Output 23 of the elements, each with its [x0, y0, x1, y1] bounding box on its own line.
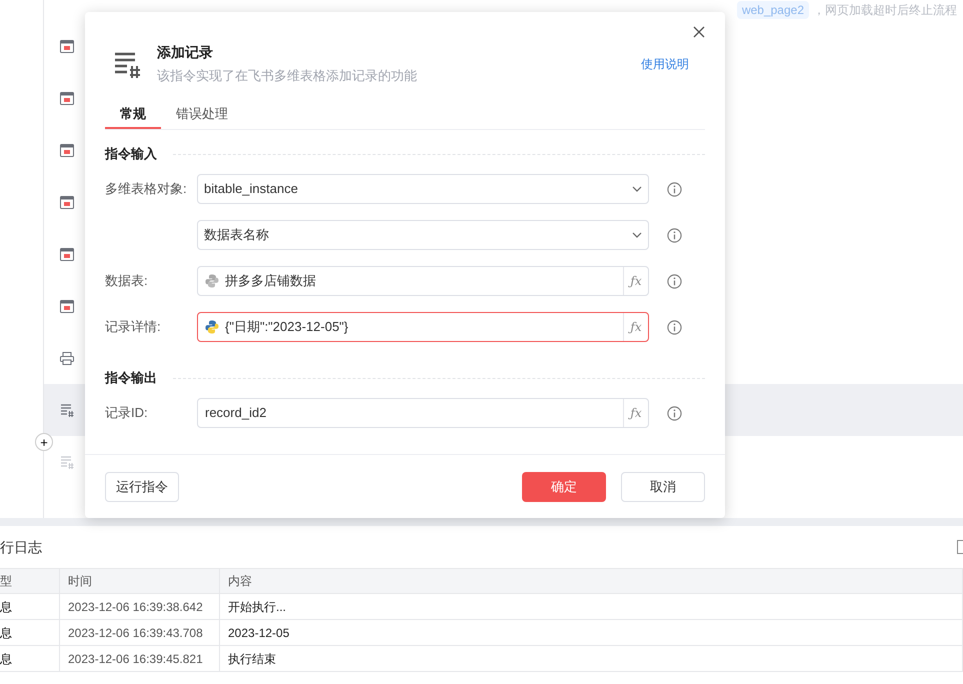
variable-tag: web_page2	[736, 1, 809, 19]
column-header: 时间	[68, 573, 92, 590]
field-label: 多维表格对象:	[105, 181, 187, 196]
panel-title: 行日志	[0, 538, 42, 556]
table-cell-text: 息	[0, 598, 12, 616]
column-header: 型	[0, 573, 12, 590]
section-title: 指令输入	[105, 145, 157, 164]
column-header: 内容	[228, 573, 252, 590]
step-description: ，网页加载超时后终止流程	[813, 2, 957, 19]
table-cell-text: 2023-12-06 16:39:43.708	[68, 624, 203, 642]
table-cell-text: 2023-12-06 16:39:45.821	[68, 650, 203, 668]
table-cell-text: 2023-12-05	[228, 624, 290, 642]
field-label: 记录ID:	[105, 405, 148, 420]
dialog-title: 添加记录	[157, 43, 214, 62]
table-cell-text: 息	[0, 650, 12, 668]
table-cell-text: 2023-12-06 16:39:38.642	[68, 598, 203, 616]
section-title: 指令输出	[105, 369, 157, 388]
dialog-description: 该指令实现了在飞书多维表格添加记录的功能	[157, 67, 417, 86]
field-label: 记录详情:	[105, 319, 161, 334]
table-cell-text: 息	[0, 624, 12, 642]
table-cell-text: 开始执行...	[228, 598, 286, 616]
table-cell-text: 执行结束	[228, 650, 276, 668]
field-label: 数据表:	[105, 273, 148, 288]
